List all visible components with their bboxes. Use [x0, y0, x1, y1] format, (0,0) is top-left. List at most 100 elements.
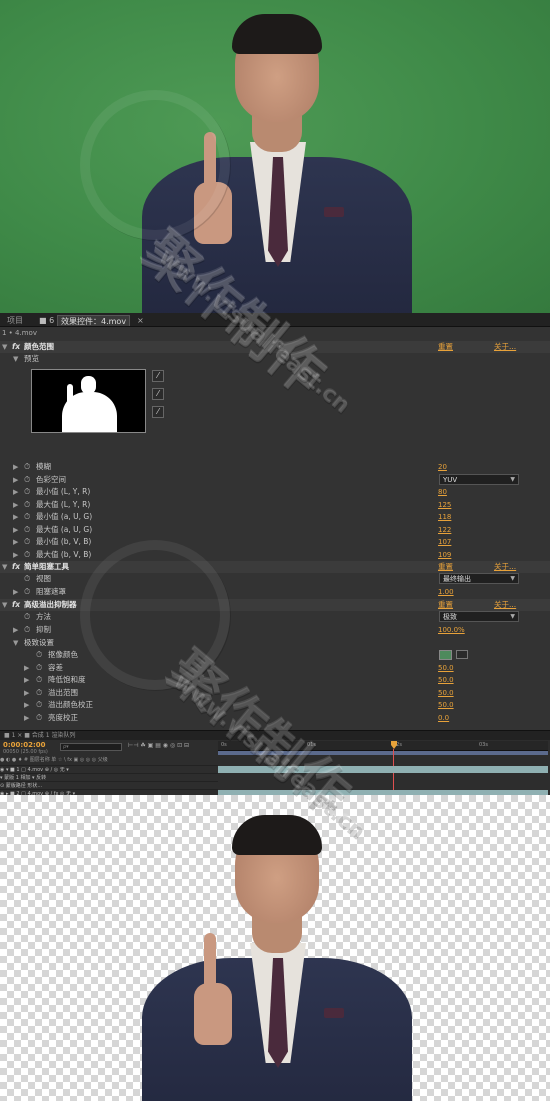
current-time-display[interactable]: 0:00:02:00	[3, 741, 46, 749]
param-value[interactable]: 118	[438, 511, 451, 523]
param-value[interactable]: 50.0	[438, 687, 454, 699]
fx-icon[interactable]: fx	[12, 561, 20, 573]
stopwatch-icon[interactable]: ⏱	[24, 624, 30, 636]
panel-lock-icon[interactable]: ■ 6	[36, 315, 57, 326]
timeline-layer-row[interactable]: ▾ 蒙版 1 相加 ▾ 反转	[0, 773, 218, 781]
stopwatch-icon[interactable]: ⏱	[24, 486, 30, 498]
time-ruler[interactable]: 0s01s02s03s04s	[218, 741, 548, 751]
twirl-right-icon[interactable]: ▶	[24, 699, 29, 711]
twirl-right-icon[interactable]: ▶	[13, 474, 18, 486]
param-label: 抑制	[36, 625, 51, 634]
param-label: 降低饱和度	[48, 675, 86, 684]
param-value[interactable]: 20	[438, 461, 447, 473]
eyedropper-add-icon[interactable]: ⁄	[152, 388, 164, 400]
tab-effect-controls[interactable]: 效果控件：4.mov	[57, 315, 131, 326]
fx-icon[interactable]: fx	[12, 341, 20, 353]
method-dropdown[interactable]: 极致 ▼	[439, 611, 519, 622]
twirl-right-icon[interactable]: ▶	[24, 674, 29, 686]
close-icon[interactable]: ×	[134, 315, 147, 326]
twirl-right-icon[interactable]: ▶	[13, 624, 18, 636]
about-link[interactable]: 关于...	[494, 561, 516, 573]
param-value[interactable]: 100.0%	[438, 624, 465, 636]
param-row-view: ⏱ 视图 最终输出 ▼	[0, 573, 550, 585]
stopwatch-icon[interactable]: ⏱	[36, 687, 42, 699]
param-value[interactable]: 80	[438, 486, 447, 498]
about-link[interactable]: 关于...	[494, 341, 516, 353]
frame-rate-label: 00050 (25.00 fps)	[3, 749, 48, 755]
param-value[interactable]: 50.0	[438, 662, 454, 674]
twirl-right-icon[interactable]: ▶	[13, 499, 18, 511]
tab-project[interactable]: 项目	[4, 315, 26, 326]
fx-icon[interactable]: fx	[12, 599, 20, 611]
stopwatch-icon[interactable]: ⏱	[24, 474, 30, 486]
twirl-right-icon[interactable]: ▶	[24, 662, 29, 674]
effect-color-range-header[interactable]: ▼ fx 颜色范围 重置 关于...	[0, 341, 550, 353]
ruler-tick-label: 03s	[479, 742, 488, 748]
param-value[interactable]: 50.0	[438, 674, 454, 686]
eyedropper-key-icon[interactable]: ⁄	[152, 370, 164, 382]
twirl-down-icon[interactable]: ▼	[2, 341, 7, 353]
stopwatch-icon[interactable]: ⏱	[24, 461, 30, 473]
work-area-bar[interactable]	[218, 751, 548, 755]
view-dropdown[interactable]: 最终输出 ▼	[439, 573, 519, 584]
param-value[interactable]: 107	[438, 536, 451, 548]
param-value[interactable]: 109	[438, 549, 451, 561]
param-label: 视图	[36, 574, 51, 583]
twirl-right-icon[interactable]: ▶	[24, 687, 29, 699]
stopwatch-icon[interactable]: ⏱	[24, 499, 30, 511]
eyedropper-subtract-icon[interactable]: ⁄	[152, 406, 164, 418]
stopwatch-icon[interactable]: ⏱	[36, 649, 42, 661]
param-value[interactable]: 0.0	[438, 712, 449, 724]
layer-duration-bar[interactable]	[218, 766, 548, 773]
reset-button[interactable]: 重置	[438, 599, 453, 611]
panel-tab-bar: 项目 ■ 6 效果控件：4.mov ×	[0, 313, 550, 327]
matte-preview-thumbnail[interactable]	[31, 369, 146, 433]
color-space-dropdown[interactable]: YUV ▼	[439, 474, 519, 485]
stopwatch-icon[interactable]: ⏱	[24, 586, 30, 598]
param-value[interactable]: 1.00	[438, 586, 454, 598]
param-value[interactable]: 125	[438, 499, 451, 511]
param-row: ▶ ⏱ 容差 50.0	[0, 662, 550, 674]
stopwatch-icon[interactable]: ⏱	[24, 524, 30, 536]
effect-spill-suppressor-header[interactable]: ▼ fx 高级溢出抑制器 重置 关于...	[0, 599, 550, 611]
twirl-right-icon[interactable]: ▶	[13, 536, 18, 548]
timeline-layer-row[interactable]: ◉ ▾ ■ 1 □ 4.mov ⊕ / ◎ 无 ▾	[0, 765, 218, 773]
twirl-right-icon[interactable]: ▶	[13, 586, 18, 598]
param-row: ▶ ⏱ 降低饱和度 50.0	[0, 674, 550, 686]
effect-matte-choker-header[interactable]: ▼ fx 简单阻塞工具 重置 关于...	[0, 561, 550, 573]
twirl-down-icon[interactable]: ▼	[2, 561, 7, 573]
stopwatch-icon[interactable]: ⏱	[36, 699, 42, 711]
timeline-layer-row[interactable]: ⊙ 蒙版路径 形状...	[0, 781, 218, 789]
param-value[interactable]: 50.0	[438, 699, 454, 711]
twirl-right-icon[interactable]: ▶	[13, 549, 18, 561]
stopwatch-icon[interactable]: ⏱	[24, 611, 30, 623]
reset-button[interactable]: 重置	[438, 561, 453, 573]
twirl-down-icon[interactable]: ▼	[13, 353, 18, 365]
stopwatch-icon[interactable]: ⏱	[24, 511, 30, 523]
stopwatch-icon[interactable]: ⏱	[36, 712, 42, 724]
stopwatch-icon[interactable]: ⏱	[24, 536, 30, 548]
eyedropper-icon[interactable]	[456, 650, 468, 659]
twirl-right-icon[interactable]: ▶	[13, 486, 18, 498]
param-label: 亮度校正	[48, 713, 78, 722]
reset-button[interactable]: 重置	[438, 341, 453, 353]
param-label: 溢出颜色校正	[48, 700, 93, 709]
timeline-switches-icons[interactable]: ⊢⊣ ☘ ▣ ▤ ◉ ◎ ⊡ ⊟	[128, 742, 189, 749]
twirl-right-icon[interactable]: ▶	[13, 524, 18, 536]
twirl-right-icon[interactable]: ▶	[13, 461, 18, 473]
effect-name: 简单阻塞工具	[24, 562, 69, 571]
twirl-down-icon[interactable]: ▼	[13, 637, 18, 649]
param-value[interactable]: 122	[438, 524, 451, 536]
twirl-down-icon[interactable]: ▼	[2, 599, 7, 611]
stopwatch-icon[interactable]: ⏱	[24, 549, 30, 561]
key-color-swatch[interactable]	[439, 650, 452, 660]
twirl-right-icon[interactable]: ▶	[24, 712, 29, 724]
layer-search-input[interactable]: ρ▾	[60, 743, 122, 751]
stopwatch-icon[interactable]: ⏱	[24, 573, 30, 585]
stopwatch-icon[interactable]: ⏱	[36, 674, 42, 686]
about-link[interactable]: 关于...	[494, 599, 516, 611]
stopwatch-icon[interactable]: ⏱	[36, 662, 42, 674]
param-row: ▶ ⏱ 溢出范围 50.0	[0, 687, 550, 699]
twirl-right-icon[interactable]: ▶	[13, 511, 18, 523]
timeline-tabs[interactable]: ■ 1 × ■ 合成 1 渲染队列	[0, 731, 550, 740]
